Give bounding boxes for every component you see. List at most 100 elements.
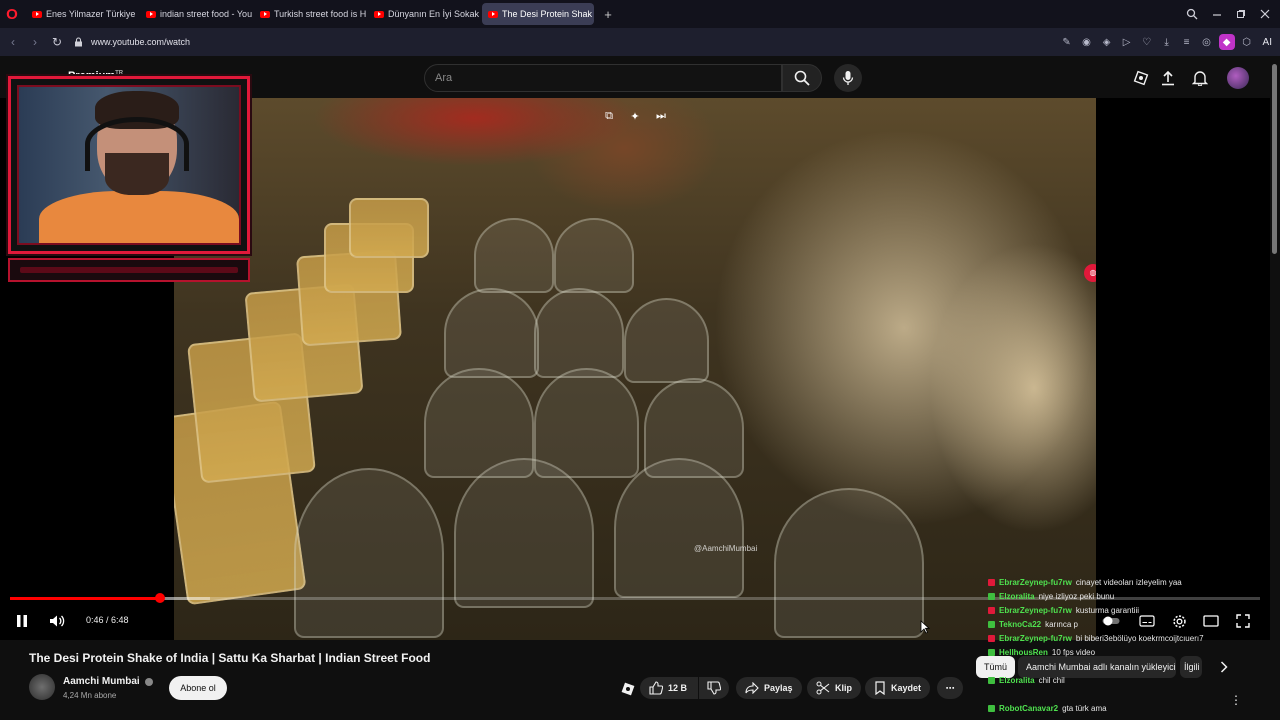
chat-username: HellhousRen [999,648,1048,657]
youtube-favicon-icon [488,10,498,18]
camera-icon[interactable]: ◉ [1079,34,1095,50]
tab-label: The Desi Protein Shak [502,9,593,19]
ai-label: AI [1262,36,1272,48]
channel-avatar[interactable] [29,674,55,700]
notification-bell-icon[interactable] [1190,68,1210,88]
platform-icon [988,621,995,628]
scrollbar-thumb[interactable] [1272,64,1277,254]
save-button[interactable]: Kaydet [865,677,931,699]
clip-button[interactable]: Klip [807,677,861,699]
chat-username: EbrarZeynep-fu7rw [999,606,1072,615]
badge-icon[interactable]: ◍ [1084,264,1096,282]
chat-username: RobotCanavar2 [999,704,1059,713]
sparkle-action-icon[interactable] [618,679,638,699]
more-actions-button[interactable]: ⋯ [937,677,963,699]
menu-icon[interactable]: ≡ [1179,34,1195,50]
play-icon[interactable]: ▷ [1119,34,1135,50]
thumbs-up-icon [649,681,663,695]
user-avatar[interactable] [1227,67,1249,89]
platform-icon [988,593,995,600]
browser-tab-bar: O Enes Yilmazer Türkiye - Yo indian stre… [0,0,1280,28]
chat-text: 10 fps video [1051,648,1096,657]
pause-icon [17,615,27,627]
webcam-overlay [8,76,250,254]
platform-icon [988,705,995,712]
youtube-favicon-icon [374,10,384,18]
dislike-button[interactable] [699,677,729,699]
tab-label: indian street food - YouTu [160,9,252,19]
search-button[interactable] [782,64,822,92]
save-label: Kaydet [891,683,922,693]
video-title: The Desi Protein Shake of India | Sattu … [29,651,431,665]
create-icon[interactable] [1131,68,1151,88]
volume-button[interactable] [47,611,67,631]
copy-icon[interactable]: ⧉ [601,110,617,124]
share-button[interactable]: Paylaş [736,677,802,699]
chat-text: cinayet videoları izleyelim yaa [1075,578,1182,587]
new-tab-button[interactable]: + [598,7,618,22]
address-bar: ‹ › ↻ www.youtube.com/watch ✎ ◉ ◈ ▷ ♡ ⤓ … [0,28,1280,56]
download-icon[interactable]: ⤓ [1159,34,1175,50]
close-icon[interactable] [1260,9,1270,19]
chat-text: gta türk ama [1062,704,1107,713]
search-icon [794,70,810,86]
glass-shape [534,288,624,378]
chat-message: Elzoralita niye izliyoz peki bunu [988,592,1114,601]
channel-name[interactable]: Aamchi Mumbai [63,676,140,687]
browser-tab-active[interactable]: The Desi Protein Shak [482,3,594,25]
tab-label: Enes Yilmazer Türkiye - Yo [46,9,138,19]
volume-icon [50,615,65,627]
youtube-favicon-icon [32,10,42,18]
account-icon[interactable]: ◎ [1199,34,1215,50]
browser-tab[interactable]: Turkish street food is HEA [254,3,366,25]
like-button[interactable]: 12 B [640,677,698,699]
chat-message: RobotCanavar2 gta türk ama [988,704,1107,713]
glass-shape [534,368,639,478]
pause-button[interactable] [12,611,32,631]
back-icon[interactable]: ‹ [2,35,24,49]
like-count: 12 B [668,683,688,693]
browser-tab[interactable]: indian street food - YouTu [140,3,252,25]
heart-icon[interactable]: ♡ [1139,34,1155,50]
glass-shape [294,468,444,638]
chat-message: TeknoCa22 karınca p [988,620,1078,629]
subscribe-button[interactable]: Abone ol [169,676,227,700]
chat-message: EbrarZeynep-fu7rw cinayet videoları izley… [988,578,1182,587]
platform-icon [988,677,995,684]
chat-text: bi biberi3ebölüyo koekrmcoijtcıuerı7 [1075,634,1204,643]
box-icon[interactable]: ⬡ [1239,34,1255,50]
ai-button[interactable]: AI [1259,37,1276,48]
glass-shape [624,298,709,383]
minimize-icon[interactable] [1212,9,1222,19]
opera-logo-icon[interactable]: O [0,0,24,28]
reload-icon[interactable]: ↻ [46,35,68,49]
restore-icon[interactable] [1236,9,1246,19]
chat-text: karınca p [1045,620,1078,629]
sparkle-icon[interactable]: ✦ [627,110,643,124]
mouse-cursor-icon [920,620,930,634]
streamer-body [39,191,239,243]
search-tabs-icon[interactable] [1186,8,1198,20]
voice-search-button[interactable] [834,64,862,92]
forward-icon[interactable]: › [24,35,46,49]
platform-icon [988,649,995,656]
edit-icon[interactable]: ✎ [1059,34,1075,50]
browser-tab[interactable]: Dünyanın En İyi Sokak Yen [368,3,480,25]
more-icon: ⋯ [945,682,955,693]
scrubber-handle[interactable] [155,593,165,603]
subscribe-label: Abone ol [180,683,216,693]
page-scrollbar[interactable] [1270,56,1280,720]
shield-icon[interactable]: ◈ [1099,34,1115,50]
chat-username: EbrarZeynep-fu7rw [999,578,1072,587]
url-field[interactable]: www.youtube.com/watch [91,37,190,47]
webcam-frame-strip [8,258,250,282]
glass-shape [444,288,539,378]
skip-icon[interactable]: ⏭ [653,110,669,124]
search-input[interactable]: Ara [424,64,782,92]
extension-icon[interactable]: ◆ [1218,34,1235,50]
glass-shape [454,458,594,608]
upload-icon[interactable] [1158,68,1178,88]
platform-icon [988,607,995,614]
bookmark-icon [875,681,885,695]
browser-tab[interactable]: Enes Yilmazer Türkiye - Yo [26,3,138,25]
